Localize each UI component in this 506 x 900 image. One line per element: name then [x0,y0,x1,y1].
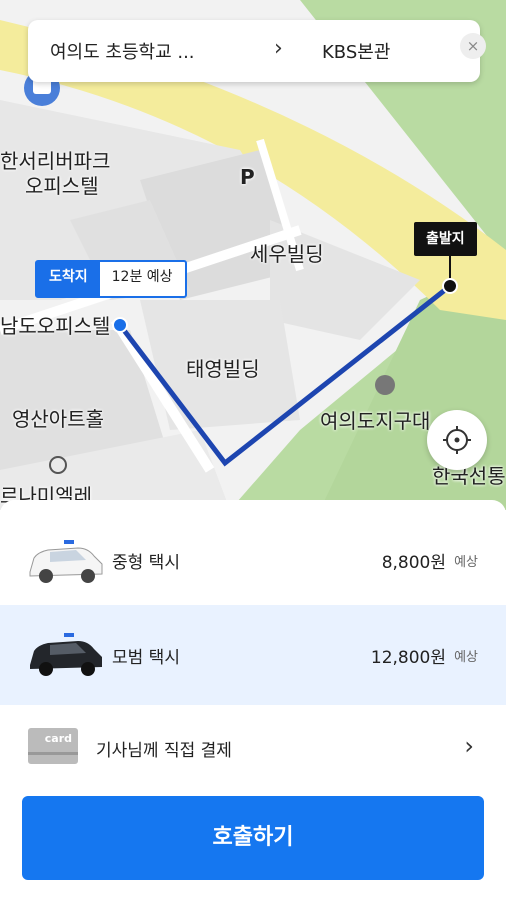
map-label-sewoo: 세우빌딩 [250,242,324,266]
police-station-icon [375,375,395,395]
ride-option-deluxe[interactable]: 모범 택시 12,800원 예상 [0,605,506,705]
ride-price: 8,800원 [381,553,446,573]
payment-method-label: 기사님께 직접 결제 [96,741,232,761]
chevron-right-icon: › [274,36,283,61]
origin-tag: 출발지 [414,222,477,256]
call-taxi-button[interactable]: 호출하기 [22,796,484,880]
destination-dot [112,317,128,333]
crosshair-icon [443,426,471,454]
map-label-yeouido: 여의도지구대 [320,409,431,433]
destination-tag: 도착지 12분 예상 [35,260,187,298]
destination-text[interactable]: KBS본관 [322,38,390,64]
close-icon[interactable]: × [460,33,486,59]
eta-label: 12분 예상 [111,269,173,285]
card-icon-text: card [44,732,72,745]
current-location-button[interactable] [427,410,487,470]
origin-dot [442,278,458,294]
ride-name: 중형 택시 [112,553,180,573]
map-label-namdo: 남도오피스텔 [0,314,111,338]
payment-method-row[interactable]: card 기사님께 직접 결제 › [0,700,506,792]
map-label-taeyoung: 태영빌딩 [186,357,260,381]
white-taxi-icon [29,540,103,583]
destination-label: 도착지 [37,262,100,296]
ride-name: 모범 택시 [112,648,180,668]
map-label-yeongsan: 영산아트홀 [12,407,104,431]
map-label-officetel: 오피스텔 [25,174,99,198]
ride-option-standard[interactable]: 중형 택시 8,800원 예상 [0,510,506,610]
ride-price: 12,800원 [370,648,446,668]
origin-text[interactable]: 여의도 초등학교 ... [50,38,230,64]
parking-icon: P [240,165,255,189]
route-summary-bar[interactable]: 여의도 초등학교 ... › KBS본관 × [28,20,486,82]
estimate-label: 예상 [454,650,478,665]
black-taxi-icon [30,633,102,676]
card-icon: card [28,728,78,764]
estimate-label: 예상 [454,555,478,570]
chevron-right-icon: › [464,732,474,760]
